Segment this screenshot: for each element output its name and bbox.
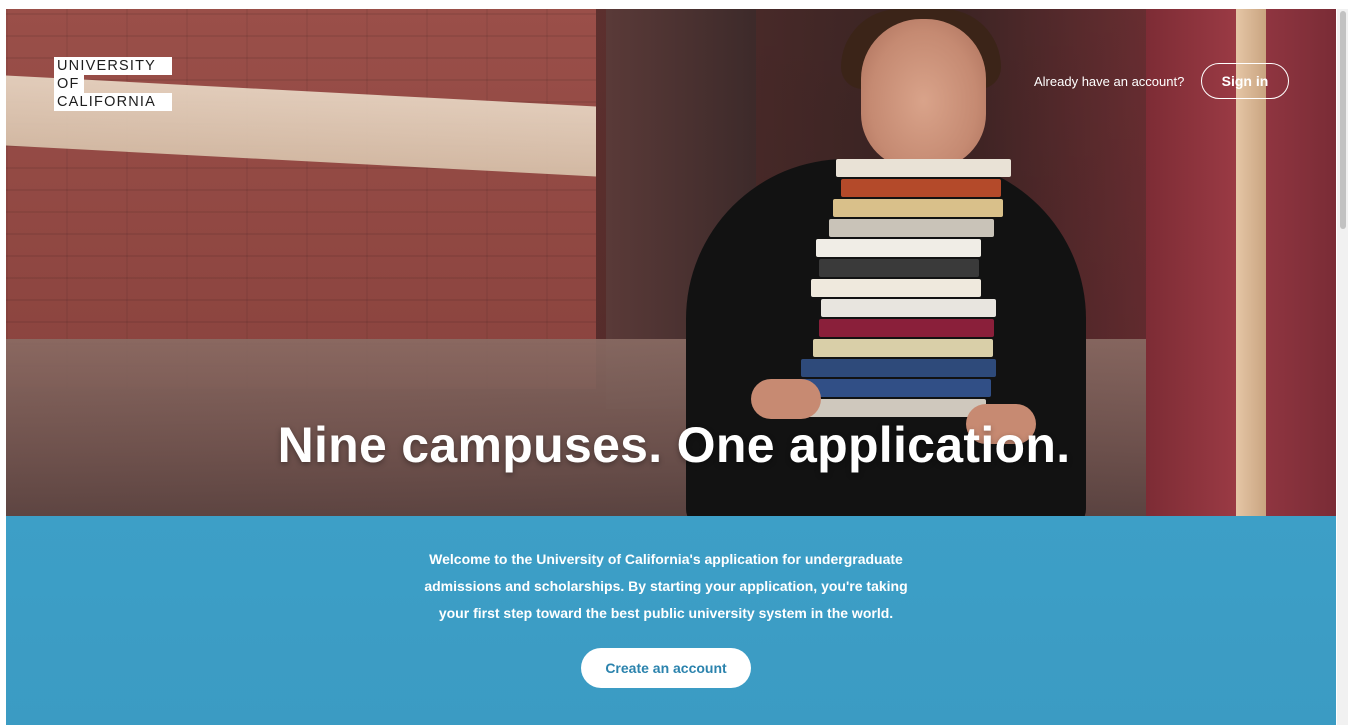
book bbox=[819, 319, 994, 337]
book bbox=[801, 359, 996, 377]
book bbox=[796, 399, 986, 417]
intro-text: Welcome to the University of California'… bbox=[400, 546, 932, 627]
book bbox=[791, 379, 991, 397]
book bbox=[813, 339, 993, 357]
student-hand bbox=[751, 379, 821, 419]
hero-headline: Nine campuses. One application. bbox=[277, 417, 1071, 473]
logo-line: OF bbox=[54, 75, 84, 93]
intro-line: Welcome to the University of California'… bbox=[429, 551, 903, 567]
book bbox=[841, 179, 1001, 197]
book bbox=[821, 299, 996, 317]
uc-logo[interactable]: UNIVERSITY OF CALIFORNIA bbox=[54, 57, 172, 111]
logo-line: UNIVERSITY bbox=[54, 57, 172, 75]
page: UNIVERSITY OF CALIFORNIA Already have an… bbox=[0, 0, 1348, 725]
create-account-button[interactable]: Create an account bbox=[581, 648, 751, 688]
book bbox=[816, 239, 981, 257]
logo-line: CALIFORNIA bbox=[54, 93, 172, 111]
student-face bbox=[861, 19, 986, 169]
book bbox=[836, 159, 1011, 177]
account-prompt: Already have an account? bbox=[1034, 74, 1185, 89]
page-scrollbar[interactable] bbox=[1337, 9, 1348, 725]
scrollbar-thumb[interactable] bbox=[1340, 11, 1346, 229]
intro-line: admissions and scholarships. By starting… bbox=[424, 578, 908, 594]
book bbox=[819, 259, 979, 277]
intro-line: your first step toward the best public u… bbox=[438, 605, 894, 621]
book bbox=[833, 199, 1003, 217]
book bbox=[829, 219, 994, 237]
book bbox=[811, 279, 981, 297]
sign-in-button[interactable]: Sign in bbox=[1201, 63, 1289, 99]
